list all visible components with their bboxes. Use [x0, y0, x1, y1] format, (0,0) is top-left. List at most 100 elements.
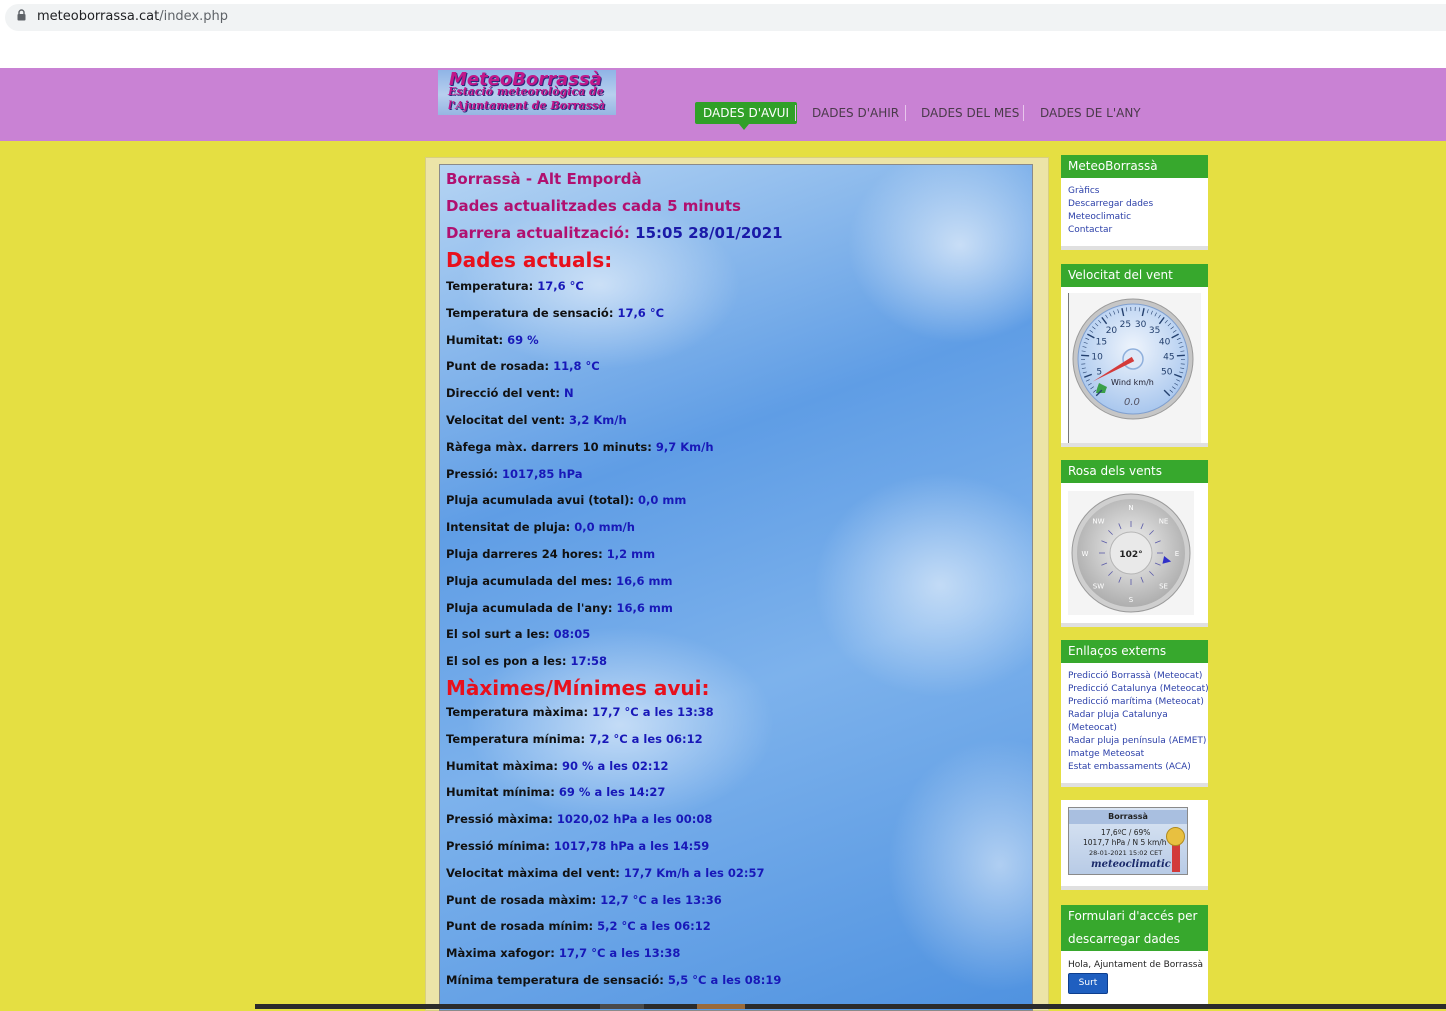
rose-point-label: SE: [1159, 583, 1168, 591]
gauge-tick: [1081, 355, 1089, 356]
link-embassaments[interactable]: Estat embassaments (ACA): [1061, 761, 1208, 774]
extreme-data-row: Velocitat màxima del vent: 17,7 Km/h a l…: [446, 866, 764, 880]
extremes-title: Màximes/Mínimes avui:: [446, 676, 710, 700]
link-meteoclimatic[interactable]: Meteoclimatic: [1061, 211, 1208, 224]
extreme-data-row: Punt de rosada màxim: 12,7 °C a les 13:3…: [446, 893, 722, 907]
link-radar-catalunya[interactable]: Radar pluja Catalunya (Meteocat): [1061, 709, 1208, 735]
gauge-tick-label: 40: [1159, 338, 1171, 348]
link-radar-peninsula[interactable]: Radar pluja península (AEMET): [1061, 735, 1208, 748]
link-meteosat[interactable]: Imatge Meteosat: [1061, 748, 1208, 761]
taskbar-item[interactable]: [697, 1004, 745, 1009]
current-data-row: Pluja acumulada del mes: 16,6 mm: [446, 574, 672, 588]
sidebar-external-box: Enllaços externs Predicció Borrassà (Met…: [1061, 640, 1208, 787]
current-data-label: Punt de rosada:: [446, 359, 549, 373]
current-data-value: 69 %: [507, 333, 539, 347]
logout-button[interactable]: Surt: [1068, 973, 1108, 994]
current-data-label: El sol surt a les:: [446, 627, 550, 641]
current-data-value: 08:05: [554, 627, 591, 641]
current-data-value: 0,0 mm: [638, 493, 686, 507]
weather-panel: Borrassà - Alt Empordà Dades actualitzad…: [439, 164, 1033, 1011]
wind-gauge-dial: 5101520253035404550 Wind km/h 0.0: [1069, 293, 1201, 423]
extreme-data-value: 17,7 °C a les 13:38: [559, 946, 681, 960]
url-path: /index.php: [159, 9, 228, 24]
gauge-tick-label: 45: [1163, 352, 1174, 362]
current-data-row: Velocitat del vent: 3,2 Km/h: [446, 413, 627, 427]
current-data-label: Ràfega màx. darrers 10 minuts:: [446, 440, 652, 454]
current-data-value: 17,6 °C: [617, 306, 664, 320]
current-data-title: Dades actuals:: [446, 248, 612, 272]
gauge-tick: [1177, 355, 1185, 356]
current-data-row: Direcció del vent: N: [446, 386, 574, 400]
nav-active-pointer: [739, 124, 749, 130]
current-data-label: Pluja acumulada del mes:: [446, 574, 612, 588]
extreme-data-row: Humitat màxima: 90 % a les 02:12: [446, 759, 668, 773]
badge-line-3: 28-01-2021 15:02 CET: [1089, 849, 1162, 857]
sidebar-wind-speed-title: Velocitat del vent: [1061, 264, 1208, 287]
gauge-tick-label: 20: [1106, 326, 1118, 336]
current-data-label: El sol es pon a les:: [446, 654, 566, 668]
sidebar-access-title: Formulari d'accés per descarregar dades: [1061, 905, 1208, 951]
rose-point-label: W: [1082, 550, 1089, 558]
rose-point-label: NW: [1092, 517, 1104, 525]
extreme-data-row: Punt de rosada mínim: 5,2 °C a les 06:12: [446, 919, 711, 933]
rose-point-label: N: [1128, 504, 1133, 512]
browser-bar: meteoborrassa.cat/index.php: [0, 0, 1446, 68]
meteoclimatic-badge[interactable]: Borrassà 17,6ºC / 69% 1017,7 hPa / N 5 k…: [1068, 807, 1188, 875]
sidebar-meteo-title: MeteoBorrassà: [1061, 155, 1208, 178]
gauge-tick-label: 15: [1096, 338, 1107, 348]
external-links: Predicció Borrassà (Meteocat) Predicció …: [1061, 663, 1208, 780]
gauge-tick-label: 10: [1091, 352, 1103, 362]
current-data-label: Pluja darreres 24 hores:: [446, 547, 603, 561]
current-data-row: Temperatura de sensació: 17,6 °C: [446, 306, 664, 320]
gauge-tick-label: 50: [1161, 368, 1173, 378]
extreme-data-label: Punt de rosada màxim:: [446, 893, 596, 907]
site-logo[interactable]: MeteoBorrassà Estació meteorològica de l…: [438, 70, 616, 115]
logo-line-1: Estació meteorològica de: [448, 85, 604, 98]
extreme-data-value: 5,2 °C a les 06:12: [597, 919, 711, 933]
current-data-label: Humitat:: [446, 333, 503, 347]
link-prediccio-borrassa[interactable]: Predicció Borrassà (Meteocat): [1061, 670, 1208, 683]
seal-icon: [1166, 827, 1185, 846]
link-prediccio-maritima[interactable]: Predicció marítima (Meteocat): [1061, 696, 1208, 709]
greeting-text: Hola, Ajuntament de Borrassà: [1061, 951, 1208, 970]
current-data-row: Pluja darreres 24 hores: 1,2 mm: [446, 547, 655, 561]
current-data-row: Pluja acumulada de l'any: 16,6 mm: [446, 601, 673, 615]
badge-brand: meteoclimatic: [1091, 859, 1171, 870]
nav-dades-any[interactable]: DADES DE L'ANY: [1040, 102, 1141, 124]
extreme-data-row: Temperatura mínima: 7,2 °C a les 06:12: [446, 732, 703, 746]
extreme-data-label: Velocitat màxima del vent:: [446, 866, 620, 880]
sidebar-wind-rose-box: Rosa dels vents NNEESESSWWNW 102°: [1061, 460, 1208, 627]
link-grafics[interactable]: Gràfics: [1061, 185, 1208, 198]
current-data-row: Pluja acumulada avui (total): 0,0 mm: [446, 493, 686, 507]
nav-dades-ahir[interactable]: DADES D'AHIR: [812, 102, 899, 124]
logo-line-2: l'Ajuntament de Borrassà: [448, 99, 605, 112]
extreme-data-row: Humitat mínima: 69 % a les 14:27: [446, 785, 665, 799]
last-update-label: Darrera actualització:: [446, 224, 630, 242]
current-data-value: 0,0 mm/h: [574, 520, 635, 534]
link-descarregar-dades[interactable]: Descarregar dades: [1061, 198, 1208, 211]
current-data-label: Direcció del vent:: [446, 386, 560, 400]
current-data-label: Temperatura:: [446, 279, 533, 293]
extreme-data-label: Humitat mínima:: [446, 785, 555, 799]
wind-rose: NNEESESSWWNW 102°: [1068, 491, 1194, 615]
link-contactar[interactable]: Contactar: [1061, 224, 1208, 237]
nav-dades-mes[interactable]: DADES DEL MES: [921, 102, 1019, 124]
extreme-data-value: 90 % a les 02:12: [562, 759, 669, 773]
url-text[interactable]: meteoborrassa.cat/index.php: [37, 9, 228, 24]
rose-point-label: S: [1129, 596, 1134, 604]
taskbar-item[interactable]: [600, 1004, 644, 1009]
rose-point-label: SW: [1093, 583, 1104, 591]
current-data-value: 17,6 °C: [537, 279, 584, 293]
extreme-data-value: 1020,02 hPa a les 00:08: [557, 812, 712, 826]
extreme-data-row: Màxima xafogor: 17,7 °C a les 13:38: [446, 946, 680, 960]
link-prediccio-catalunya[interactable]: Predicció Catalunya (Meteocat): [1061, 683, 1208, 696]
gauge-label: Wind km/h: [1111, 378, 1154, 387]
current-data-row: Ràfega màx. darrers 10 minuts: 9,7 Km/h: [446, 440, 714, 454]
sidebar-meteo-links: Gràfics Descarregar dades Meteoclimatic …: [1061, 178, 1208, 243]
gauge-tick-label: 35: [1149, 326, 1160, 336]
current-data-row: El sol es pon a les: 17:58: [446, 654, 607, 668]
extreme-data-label: Màxima xafogor:: [446, 946, 555, 960]
extreme-data-value: 5,5 °C a les 08:19: [668, 973, 782, 987]
last-update: Darrera actualització: 15:05 28/01/2021: [446, 224, 783, 242]
nav-dades-avui[interactable]: DADES D'AVUI: [695, 102, 797, 124]
